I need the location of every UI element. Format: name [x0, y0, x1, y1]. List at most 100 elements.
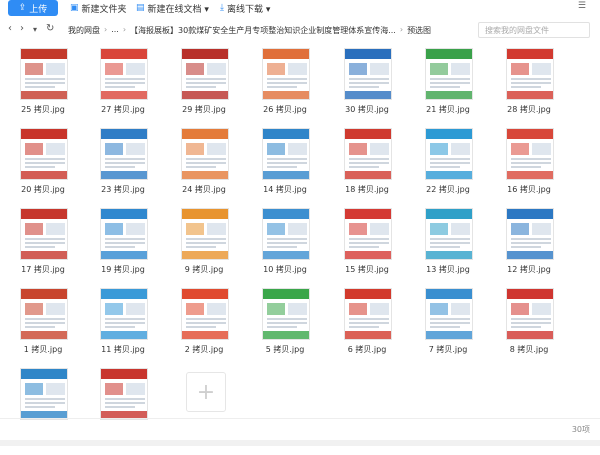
- toolbar: ⇪ 上传 ▣ 新建文件夹 ▤ 新建在线文档 ▾ ⤓ 离线下载 ▾ ☰: [0, 0, 600, 20]
- file-name: 26 拷贝.jpg: [263, 105, 307, 114]
- document-plus-icon: ▤: [136, 3, 145, 13]
- file-tile[interactable]: 17 拷贝.jpg: [0, 204, 76, 280]
- forward-arrow-icon[interactable]: ›: [20, 23, 24, 34]
- file-thumbnail: [20, 368, 68, 420]
- file-tile[interactable]: 22 拷贝.jpg: [405, 124, 481, 200]
- upload-icon: ⇪: [18, 3, 27, 13]
- file-name: 25 拷贝.jpg: [21, 105, 65, 114]
- file-tile[interactable]: 30 拷贝.jpg: [324, 44, 400, 120]
- file-name: 22 拷贝.jpg: [426, 185, 470, 194]
- upload-button[interactable]: ⇪ 上传: [8, 0, 58, 16]
- file-thumbnail: [506, 288, 554, 340]
- file-name: 27 拷贝.jpg: [101, 105, 145, 114]
- file-tile[interactable]: 8 拷贝.jpg: [486, 284, 562, 360]
- file-name: 28 拷贝.jpg: [507, 105, 551, 114]
- file-name: 21 拷贝.jpg: [426, 105, 470, 114]
- file-tile[interactable]: 23 拷贝.jpg: [80, 124, 156, 200]
- breadcrumb-item-ellipsis[interactable]: ...: [111, 25, 119, 36]
- offline-download-button[interactable]: ⤓ 离线下载 ▾: [220, 1, 270, 15]
- file-thumbnail: [181, 288, 229, 340]
- file-tile[interactable]: 16 拷贝.jpg: [486, 124, 562, 200]
- file-thumbnail: [344, 128, 392, 180]
- file-tile[interactable]: 6 拷贝.jpg: [324, 284, 400, 360]
- file-name: 30 拷贝.jpg: [345, 105, 389, 114]
- file-tile[interactable]: 10 拷贝.jpg: [242, 204, 318, 280]
- new-doc-label: 新建在线文档 ▾: [147, 4, 209, 15]
- file-tile[interactable]: 27 拷贝.jpg: [80, 44, 156, 120]
- file-thumbnail: [262, 288, 310, 340]
- upload-label: 上传: [29, 4, 48, 15]
- file-thumbnail: [262, 128, 310, 180]
- horizontal-scrollbar[interactable]: [0, 440, 600, 446]
- file-name: 29 拷贝.jpg: [182, 105, 226, 114]
- file-name: 20 拷贝.jpg: [21, 185, 65, 194]
- file-name: 7 拷贝.jpg: [428, 345, 468, 354]
- file-thumbnail: [181, 128, 229, 180]
- file-tile[interactable]: 24 拷贝.jpg: [161, 124, 237, 200]
- back-arrow-icon[interactable]: ‹: [8, 23, 12, 34]
- search-placeholder: 搜索我的网盘文件: [485, 25, 549, 35]
- file-thumbnail: [344, 208, 392, 260]
- file-thumbnail: [425, 48, 473, 100]
- new-online-doc-button[interactable]: ▤ 新建在线文档 ▾: [136, 1, 209, 15]
- file-grid: 25 拷贝.jpg 27 拷贝.jpg 29 拷贝.jpg 26 拷贝.jpg 30 拷…: [0, 40, 600, 420]
- file-tile[interactable]: 9 拷贝.jpg: [161, 204, 237, 280]
- breadcrumb-item-folder[interactable]: 【海报展板】30款煤矿安全生产月专项整治知识企业制度管理体系宣传海...: [130, 25, 396, 36]
- breadcrumb-separator: ›: [122, 25, 127, 34]
- file-tile[interactable]: 14 拷贝.jpg: [242, 124, 318, 200]
- file-tile[interactable]: 2 拷贝.jpg: [161, 284, 237, 360]
- file-tile[interactable]: 15 拷贝.jpg: [324, 204, 400, 280]
- file-name: 2 拷贝.jpg: [184, 345, 224, 354]
- file-name: 5 拷贝.jpg: [265, 345, 305, 354]
- file-tile[interactable]: 19 拷贝.jpg: [80, 204, 156, 280]
- file-tile[interactable]: 28 拷贝.jpg: [486, 44, 562, 120]
- file-tile[interactable]: 18 拷贝.jpg: [324, 124, 400, 200]
- plus-icon: +: [196, 379, 216, 405]
- file-thumbnail: [262, 208, 310, 260]
- file-name: 11 拷贝.jpg: [101, 345, 145, 354]
- file-thumbnail: [506, 128, 554, 180]
- file-tile[interactable]: 7 拷贝.jpg: [405, 284, 481, 360]
- file-tile[interactable]: 25 拷贝.jpg: [0, 44, 76, 120]
- file-tile[interactable]: 26 拷贝.jpg: [242, 44, 318, 120]
- file-name: 16 拷贝.jpg: [507, 185, 551, 194]
- breadcrumb-item-home[interactable]: 我的网盘: [68, 25, 100, 36]
- file-name: 19 拷贝.jpg: [101, 265, 145, 274]
- breadcrumb: 我的网盘 › ... › 【海报展板】30款煤矿安全生产月专项整治知识企业制度管…: [68, 25, 435, 36]
- file-name: 23 拷贝.jpg: [101, 185, 145, 194]
- file-thumbnail: [344, 48, 392, 100]
- breadcrumb-separator: ›: [399, 25, 404, 34]
- breadcrumb-separator: ›: [104, 25, 108, 34]
- new-folder-label: 新建文件夹: [81, 4, 127, 15]
- file-tile[interactable]: 21 拷贝.jpg: [405, 44, 481, 120]
- file-thumbnail: [506, 208, 554, 260]
- download-icon: ⤓: [220, 3, 224, 13]
- refresh-icon[interactable]: ↻: [46, 23, 54, 34]
- file-thumbnail: [100, 48, 148, 100]
- file-thumbnail: [344, 288, 392, 340]
- sort-list-icon[interactable]: ☰: [578, 1, 586, 11]
- file-tile[interactable]: 12 拷贝.jpg: [486, 204, 562, 280]
- file-thumbnail: [20, 128, 68, 180]
- file-tile[interactable]: 29 拷贝.jpg: [161, 44, 237, 120]
- chevron-down-icon[interactable]: ▾: [33, 25, 37, 34]
- file-tile[interactable]: 11 拷贝.jpg: [80, 284, 156, 360]
- new-folder-button[interactable]: ▣ 新建文件夹: [70, 1, 127, 15]
- file-thumbnail: [100, 288, 148, 340]
- add-file-button[interactable]: +: [186, 372, 226, 412]
- search-input[interactable]: 搜索我的网盘文件: [478, 22, 590, 38]
- file-thumbnail: [425, 208, 473, 260]
- file-tile[interactable]: 20 拷贝.jpg: [0, 124, 76, 200]
- file-thumbnail: [100, 208, 148, 260]
- file-name: 12 拷贝.jpg: [507, 265, 551, 274]
- file-name: 1 拷贝.jpg: [23, 345, 63, 354]
- file-tile[interactable]: 1 拷贝.jpg: [0, 284, 76, 360]
- file-name: 17 拷贝.jpg: [21, 265, 65, 274]
- breadcrumb-item-current[interactable]: 预选图: [407, 25, 431, 36]
- file-tile[interactable]: 13 拷贝.jpg: [405, 204, 481, 280]
- file-name: 24 拷贝.jpg: [182, 185, 226, 194]
- file-tile[interactable]: 5 拷贝.jpg: [242, 284, 318, 360]
- file-name: 18 拷贝.jpg: [345, 185, 389, 194]
- file-name: 10 拷贝.jpg: [263, 265, 307, 274]
- file-thumbnail: [181, 48, 229, 100]
